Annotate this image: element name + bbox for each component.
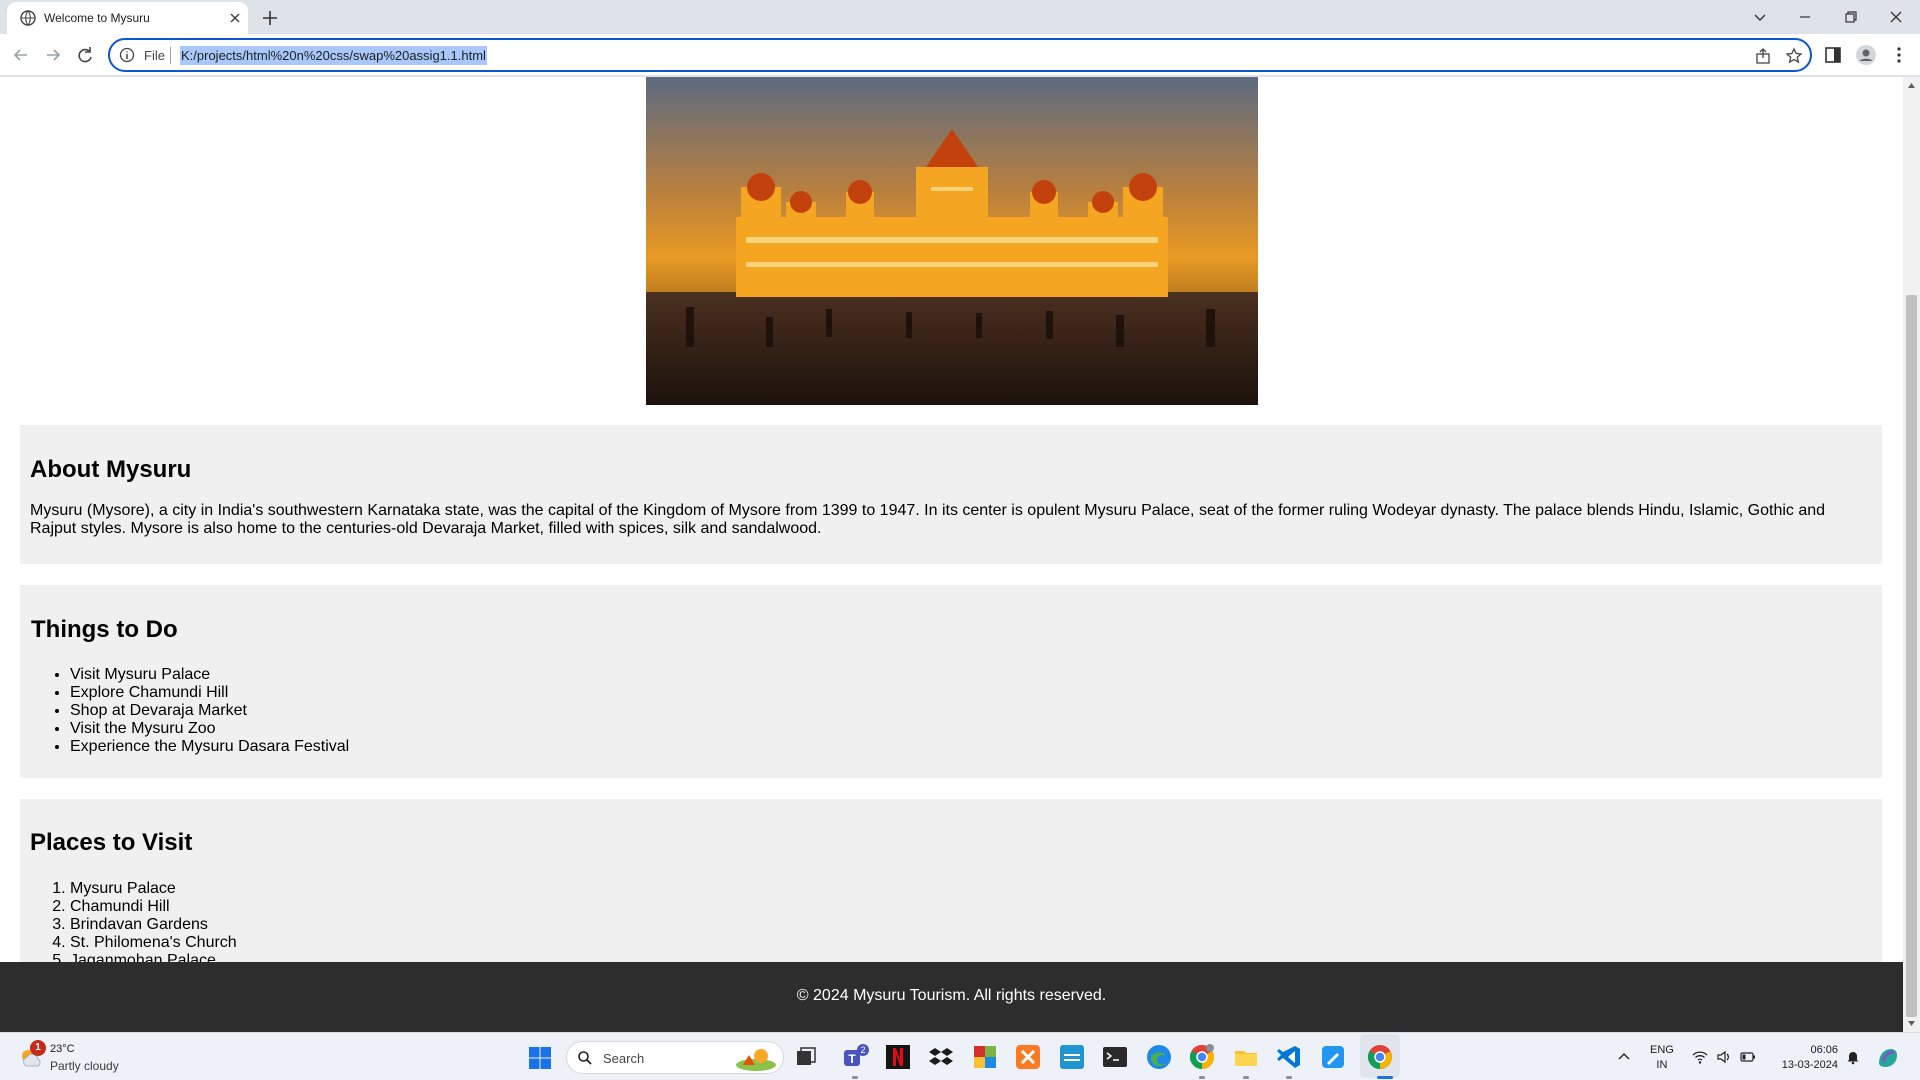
- mysuru-palace-image: [646, 77, 1258, 405]
- places-to-visit-section: Places to Visit Mysuru Palace Chamundi H…: [20, 799, 1882, 989]
- about-text: Mysuru (Mysore), a city in India's south…: [30, 502, 1826, 537]
- list-item: St. Philomena's Church: [70, 934, 237, 952]
- places-list: Mysuru Palace Chamundi Hill Brindavan Ga…: [20, 880, 237, 970]
- active-indicator: [1377, 1076, 1393, 1079]
- language-code: ENG: [1650, 1044, 1674, 1056]
- list-item: Visit the Mysuru Zoo: [70, 720, 349, 738]
- list-item: Experience the Mysuru Dasara Festival: [70, 738, 349, 756]
- netflix-icon[interactable]: [884, 1043, 912, 1071]
- volume-icon[interactable]: [1716, 1049, 1732, 1065]
- teams-icon[interactable]: T 2: [841, 1043, 869, 1071]
- page-scrollbar[interactable]: [1903, 77, 1920, 1032]
- running-indicator: [852, 1076, 858, 1079]
- things-to-do-list: Visit Mysuru Palace Explore Chamundi Hil…: [20, 666, 349, 756]
- page-viewport: About Mysuru Mysuru (Mysore), a city in …: [0, 77, 1903, 1032]
- list-item: Explore Chamundi Hill: [70, 684, 349, 702]
- list-item: Brindavan Gardens: [70, 916, 237, 934]
- clock-time: 06:06: [1810, 1044, 1838, 1056]
- running-indicator: [1286, 1076, 1292, 1079]
- browser-tab[interactable]: Welcome to Mysuru: [7, 2, 248, 34]
- system-clock[interactable]: 06:06 13-03-2024: [1766, 1043, 1838, 1073]
- forward-icon[interactable]: [42, 44, 64, 66]
- new-tab-icon[interactable]: [259, 7, 281, 29]
- region-code: IN: [1656, 1059, 1668, 1071]
- list-item: Mysuru Palace: [70, 880, 237, 898]
- globe-icon: [20, 10, 36, 26]
- info-icon[interactable]: [119, 47, 135, 63]
- chevron-up-icon[interactable]: [1616, 1049, 1632, 1065]
- close-tab-icon[interactable]: [227, 10, 243, 26]
- vscode-icon[interactable]: [1275, 1043, 1303, 1071]
- profile-icon[interactable]: [1855, 44, 1877, 66]
- weather-condition: Partly cloudy: [50, 1059, 119, 1073]
- more-menu-icon[interactable]: [1888, 44, 1910, 66]
- terminal-icon[interactable]: [1101, 1043, 1129, 1071]
- notification-bell-icon[interactable]: [1845, 1049, 1861, 1065]
- things-to-do-heading: Things to Do: [31, 616, 178, 643]
- search-highlight-icon: [736, 1049, 776, 1071]
- search-label: Search: [603, 1051, 645, 1066]
- taskbar-search[interactable]: Search: [566, 1041, 784, 1074]
- scheme-label: File: [144, 48, 165, 63]
- chrome-icon[interactable]: [1366, 1043, 1394, 1071]
- about-section: About Mysuru Mysuru (Mysore), a city in …: [20, 425, 1882, 564]
- edge-icon[interactable]: [1145, 1043, 1173, 1071]
- list-item: Visit Mysuru Palace: [70, 666, 349, 684]
- running-indicator: [1243, 1076, 1249, 1079]
- things-to-do-section: Things to Do Visit Mysuru Palace Explore…: [20, 585, 1882, 778]
- paint-app-icon[interactable]: [1319, 1043, 1347, 1071]
- teams-badge: 2: [860, 1045, 865, 1055]
- share-icon[interactable]: [1754, 47, 1772, 65]
- restore-icon[interactable]: [1840, 6, 1862, 28]
- address-bar[interactable]: File K:/projects/html%20n%20css/swap%20a…: [108, 38, 1812, 72]
- xampp-icon[interactable]: [1014, 1043, 1042, 1071]
- list-item: Chamundi Hill: [70, 898, 237, 916]
- url-text[interactable]: K:/projects/html%20n%20css/swap%20assig1…: [180, 46, 487, 65]
- search-icon: [578, 1051, 592, 1065]
- running-indicator: [1199, 1076, 1205, 1079]
- back-icon[interactable]: [10, 44, 32, 66]
- task-view-icon[interactable]: [792, 1043, 820, 1071]
- footer-text: © 2024 Mysuru Tourism. All rights reserv…: [796, 987, 1107, 1004]
- copilot-icon[interactable]: [1874, 1043, 1902, 1071]
- weather-alert-badge: 1: [30, 1040, 46, 1056]
- about-heading: About Mysuru: [30, 456, 192, 483]
- places-heading: Places to Visit: [30, 829, 193, 856]
- clock-date: 13-03-2024: [1781, 1059, 1838, 1071]
- omnibox-divider: [170, 47, 171, 64]
- minimize-icon[interactable]: [1794, 6, 1816, 28]
- tab-title: Welcome to Mysuru: [44, 11, 150, 25]
- taskbar: 1 23°C Partly cloudy Search T 2 ENG IN 0…: [0, 1032, 1920, 1080]
- browser-toolbar: File K:/projects/html%20n%20css/swap%20a…: [0, 34, 1920, 76]
- bookmark-star-icon[interactable]: [1785, 47, 1803, 65]
- prime-video-icon[interactable]: [1058, 1043, 1086, 1071]
- file-explorer-icon[interactable]: [1232, 1043, 1260, 1071]
- photo-app-icon[interactable]: [971, 1043, 999, 1071]
- side-panel-icon[interactable]: [1822, 44, 1844, 66]
- scrollbar-thumb[interactable]: [1906, 295, 1917, 1017]
- close-window-icon[interactable]: [1885, 6, 1907, 28]
- list-item: Shop at Devaraja Market: [70, 702, 349, 720]
- page-footer: © 2024 Mysuru Tourism. All rights reserv…: [0, 962, 1903, 1032]
- battery-icon[interactable]: [1740, 1049, 1756, 1065]
- language-indicator[interactable]: ENG IN: [1650, 1043, 1674, 1073]
- reload-icon[interactable]: [74, 44, 96, 66]
- temperature: 23°C: [50, 1043, 75, 1055]
- tab-strip: Welcome to Mysuru: [0, 0, 1920, 34]
- scroll-down-icon[interactable]: [1907, 1019, 1916, 1028]
- tab-search-icon[interactable]: [1749, 6, 1771, 28]
- dropbox-icon[interactable]: [927, 1043, 955, 1071]
- scroll-up-icon[interactable]: [1907, 81, 1916, 90]
- wifi-icon[interactable]: [1692, 1049, 1708, 1065]
- windows-start-icon[interactable]: [528, 1046, 552, 1070]
- svg-text:T: T: [848, 1052, 856, 1066]
- chrome-profile-icon[interactable]: [1188, 1043, 1216, 1071]
